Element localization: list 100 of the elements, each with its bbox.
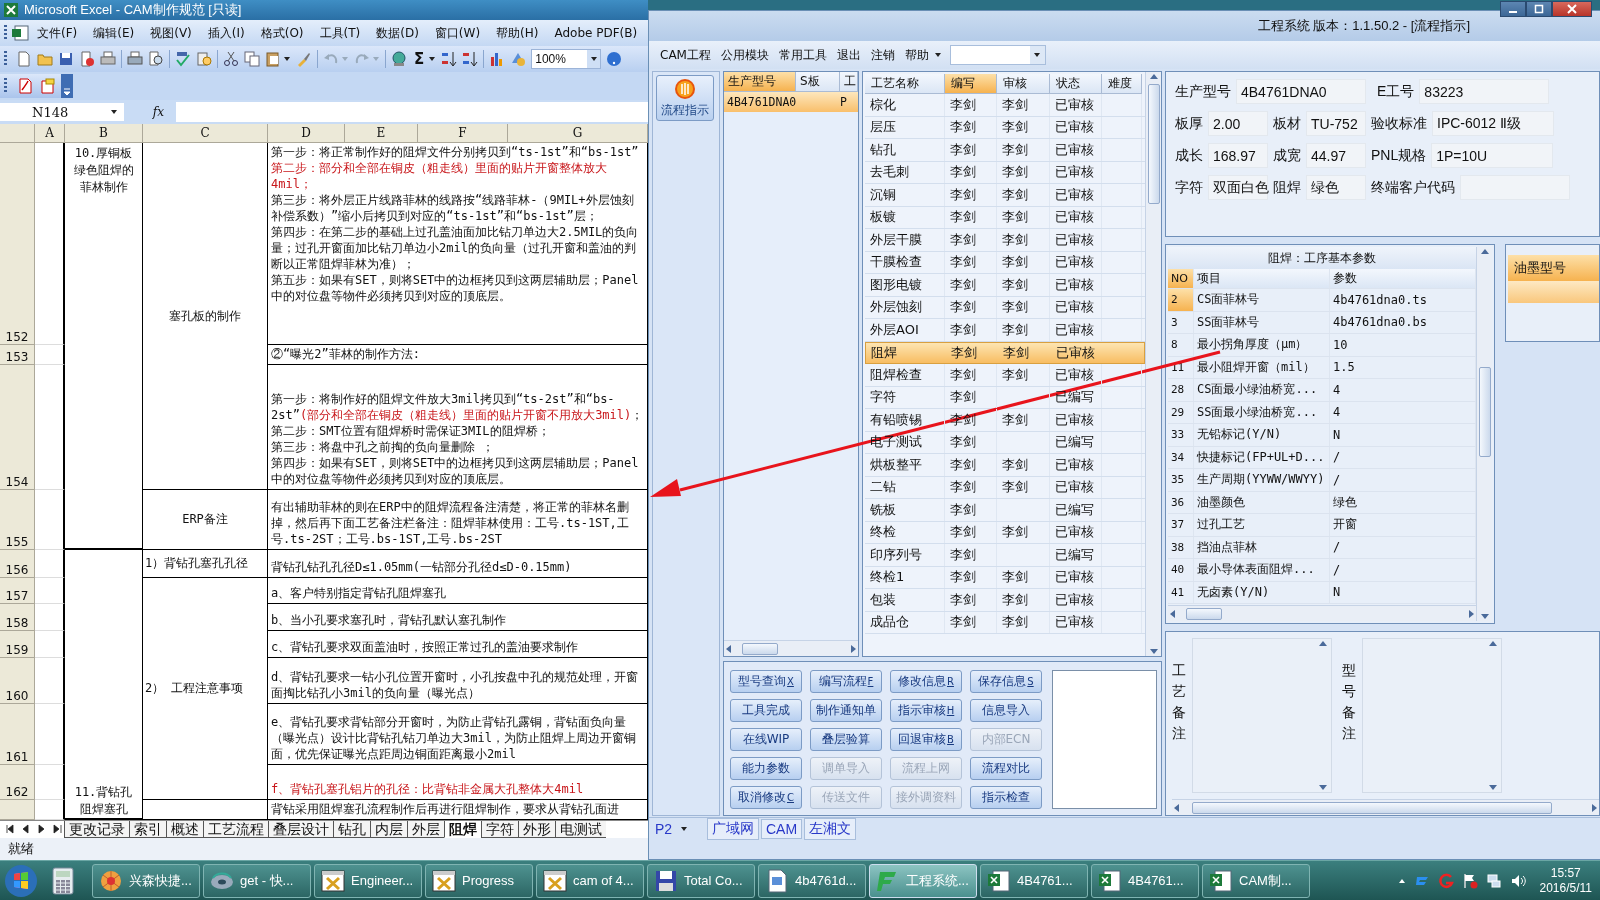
last-sheet-icon[interactable] xyxy=(51,823,63,835)
row-header[interactable]: 159 xyxy=(0,631,35,658)
table-row[interactable]: 3 SS面菲林号 4b4761dna0.bs xyxy=(1168,311,1476,334)
column-header[interactable]: C xyxy=(143,124,268,143)
down-arrow-icon[interactable] xyxy=(1478,611,1491,621)
toolbar-options-button[interactable] xyxy=(61,74,73,98)
right-arrow-icon[interactable] xyxy=(1589,801,1599,814)
action-button[interactable]: 工具完成 xyxy=(730,699,802,722)
action-button[interactable]: 保存信息S xyxy=(970,670,1042,693)
scrollbar[interactable] xyxy=(724,640,858,656)
right-arrow-icon[interactable] xyxy=(1466,607,1476,620)
tab[interactable]: 左湘文 xyxy=(804,817,857,840)
network-icon[interactable] xyxy=(1485,872,1502,889)
table-row[interactable]: 终检 李剑 李剑 已审核 xyxy=(865,521,1145,544)
row-header[interactable]: 153 xyxy=(0,345,35,365)
new-document-icon[interactable] xyxy=(16,51,32,67)
table-row[interactable]: 钻孔 李剑 李剑 已审核 xyxy=(865,139,1145,162)
table-row[interactable]: 二钻 李剑 李剑 已审核 xyxy=(865,476,1145,499)
caret-icon[interactable] xyxy=(933,51,942,59)
taskbar-button[interactable]: CAM制... xyxy=(1202,863,1310,898)
action-button[interactable]: 取消修改C xyxy=(730,786,802,809)
table-row[interactable]: 40 最小导体表面阻焊... / xyxy=(1168,559,1476,582)
table-row[interactable]: 干膜检查 李剑 李剑 已审核 xyxy=(865,251,1145,274)
table-row[interactable]: 成品仓 李剑 李剑 已审核 xyxy=(865,611,1145,634)
taskbar-button[interactable]: get - 快... xyxy=(203,863,311,898)
column-header[interactable]: D xyxy=(268,124,345,143)
menu-item[interactable]: 视图(V) xyxy=(142,24,200,42)
left-arrow-icon[interactable] xyxy=(1168,607,1178,620)
action-button[interactable]: 型号查询X xyxy=(730,670,802,693)
table-row[interactable]: 37 过孔工艺 开窗 xyxy=(1168,514,1476,537)
document-icon[interactable] xyxy=(11,25,29,41)
column-header[interactable]: 油墨型号 xyxy=(1508,255,1599,281)
menu-item[interactable]: Adobe PDF(B) xyxy=(546,26,646,40)
text-field[interactable]: 4B4761DNA0 xyxy=(1236,79,1366,104)
dropdown-field[interactable] xyxy=(949,45,1046,65)
menu-item[interactable]: 编辑(E) xyxy=(85,24,143,42)
name-box[interactable]: N148 xyxy=(0,103,124,121)
close-button[interactable] xyxy=(1552,1,1592,17)
scrollbar[interactable] xyxy=(1172,799,1599,815)
table-row[interactable]: 铣板 李剑 已编写 xyxy=(865,499,1145,522)
text-field[interactable]: 1P=10U xyxy=(1431,143,1554,168)
menu-item[interactable]: 窗口(W) xyxy=(426,24,489,42)
left-arrow-icon[interactable] xyxy=(1172,801,1182,814)
caret-icon[interactable] xyxy=(428,55,437,63)
sheet-tab[interactable]: 索引 xyxy=(129,821,166,838)
menu-item[interactable]: 常用工具 xyxy=(773,46,832,64)
table-row[interactable]: 29 SS面最小绿油桥宽... 4 xyxy=(1168,401,1476,424)
text-field[interactable]: TU-752 xyxy=(1306,111,1366,136)
table-row[interactable]: 沉铜 李剑 李剑 已审核 xyxy=(865,184,1145,207)
column-header[interactable]: 审核 xyxy=(997,74,1050,94)
menu-item[interactable]: 帮助 xyxy=(899,46,934,64)
checkmark-icon[interactable] xyxy=(175,51,191,67)
row-header[interactable]: 157 xyxy=(0,578,35,604)
caret-icon[interactable] xyxy=(680,824,689,833)
page-selector[interactable]: P2 xyxy=(655,820,705,837)
help-icon[interactable] xyxy=(606,51,623,67)
first-sheet-icon[interactable] xyxy=(3,823,15,835)
action-button[interactable]: 指示检查 xyxy=(970,786,1042,809)
action-button[interactable]: 信息导入 xyxy=(970,699,1042,722)
action-button[interactable]: 能力参数 xyxy=(730,757,802,780)
table-row[interactable]: 层压 李剑 李剑 已审核 xyxy=(865,116,1145,139)
shapes-icon[interactable] xyxy=(510,51,527,67)
action-button[interactable]: 回退审核B xyxy=(890,728,962,751)
taskbar-button[interactable]: Progress xyxy=(425,863,533,898)
column-header[interactable]: A xyxy=(35,124,65,143)
caret-icon[interactable] xyxy=(110,108,118,116)
table-row[interactable]: 2 CS面菲林号 4b4761dna0.ts xyxy=(1168,289,1476,312)
menu-item[interactable]: 文件(F) xyxy=(29,24,86,42)
menu-item[interactable]: 插入(I) xyxy=(199,24,253,42)
table-row[interactable]: 38 挡油点菲林 / xyxy=(1168,536,1476,559)
sheet-tab[interactable]: 更改记录 xyxy=(64,821,129,838)
taskbar-button[interactable]: 兴森快捷... xyxy=(92,863,200,898)
text-field[interactable]: 2.00 xyxy=(1208,111,1268,136)
table-row[interactable]: 终检1 李剑 李剑 已审核 xyxy=(865,566,1145,589)
up-arrow-icon[interactable] xyxy=(1487,639,1499,649)
table-row[interactable]: 41 无卤素(Y/N) N xyxy=(1168,581,1476,604)
start-button[interactable] xyxy=(4,863,38,898)
menu-item[interactable]: 公用模块 xyxy=(715,46,774,64)
scrollbar-thumb[interactable] xyxy=(742,642,778,655)
right-arrow-icon[interactable] xyxy=(848,642,858,655)
scrollbar-thumb[interactable] xyxy=(1478,367,1491,457)
flow-button[interactable]: 流程指示 xyxy=(656,75,714,121)
document-icon[interactable] xyxy=(17,78,33,94)
copy-icon[interactable] xyxy=(244,51,260,67)
table-row[interactable]: 外层AOI 李剑 李剑 已审核 xyxy=(865,319,1145,342)
row-header[interactable]: 160 xyxy=(0,658,35,704)
text-field[interactable]: IPC-6012 Ⅱ级 xyxy=(1432,111,1554,136)
maximize-icon[interactable] xyxy=(1534,4,1544,14)
scrollbar-thumb[interactable] xyxy=(1192,801,1552,814)
down-arrow-icon[interactable] xyxy=(1147,646,1160,656)
caret-icon[interactable] xyxy=(283,55,291,63)
table-row[interactable]: 34 快捷标记(FP+UL+D... / xyxy=(1168,446,1476,469)
sheet-tab[interactable]: 工艺流程 xyxy=(203,821,268,838)
column-header[interactable]: 状态 xyxy=(1050,74,1102,94)
table-row[interactable]: 36 油墨颜色 绿色 xyxy=(1168,491,1476,514)
sheet-tab[interactable]: 外层 xyxy=(407,821,444,838)
table-row[interactable]: 28 CS面最小绿油桥宽... 4 xyxy=(1168,379,1476,402)
table-row[interactable]: 图形电镀 李剑 李剑 已审核 xyxy=(865,274,1145,297)
table-row[interactable]: 4B4761DNA0 P xyxy=(724,92,858,112)
action-button[interactable]: 制作通知单 xyxy=(810,699,882,722)
